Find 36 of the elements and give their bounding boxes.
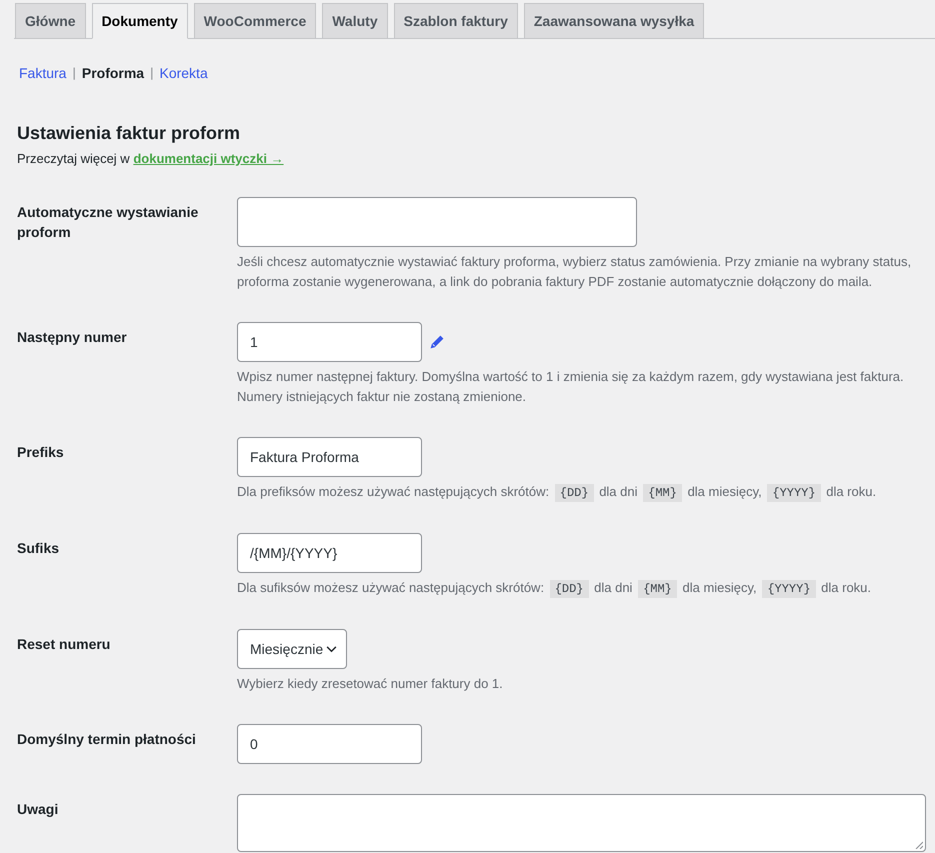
tab[interactable]: Szablon faktury (394, 3, 518, 39)
tab[interactable]: WooCommerce (194, 3, 316, 39)
reset-select[interactable]: Miesięcznie (237, 629, 347, 669)
input-field[interactable]: 1 (237, 322, 422, 362)
field-label: Następny numer (17, 328, 128, 347)
pencil-icon[interactable] (430, 335, 444, 349)
tab[interactable]: Zaawansowana wysyłka (524, 3, 704, 39)
field-label: Uwagi (17, 800, 60, 819)
tab[interactable]: Waluty (322, 3, 388, 39)
field-description: Dla sufiksów możesz używać następujących skrótów: {DD} dla dni {MM} dla miesięcy, {YYYY} dla roku. (237, 579, 872, 599)
separator: | (150, 64, 154, 82)
field-label: Domyślny termin płatności (17, 730, 197, 749)
notes-textarea[interactable] (237, 794, 926, 852)
resize-grip-icon[interactable] (915, 841, 923, 849)
field-label: Reset numeru (17, 635, 112, 654)
field-description: Wybierz kiedy zresetować numer faktury do 1. (237, 675, 504, 693)
field-label: Automatyczne wystawianie proform (17, 203, 200, 242)
field-label: Sufiks (17, 539, 60, 558)
input-field[interactable]: /{MM}/{YYYY} (237, 533, 422, 573)
tab[interactable]: Główne (15, 3, 86, 39)
subnav-link[interactable]: Faktura (19, 63, 66, 83)
tab[interactable]: Dokumenty (92, 3, 188, 39)
section-title: Ustawienia faktur proform (17, 122, 242, 145)
field-description: Dla prefiksów możesz używać następujących skrótów: {DD} dla dni {MM} dla miesięcy, {YYYY} dla roku. (237, 483, 878, 503)
subnav-link[interactable]: Korekta (159, 63, 208, 83)
input-field[interactable]: 0 (237, 724, 422, 764)
documentation-link[interactable]: dokumentacji wtyczki → (133, 151, 284, 166)
field-label: Prefiks (17, 443, 65, 462)
input-field[interactable]: Faktura Proforma (237, 437, 422, 477)
subnav-link[interactable]: Proforma (82, 63, 144, 83)
separator: | (72, 64, 76, 82)
field-description: Jeśli chcesz automatycznie wystawiać faktury proforma, wybierz status zamówienia. Przy zmianie na wybrany status, proforma zostanie wygenerowana, a link do pobrania faktury PDF zostanie automatycznie dołączony do maila. (237, 253, 912, 291)
status-select-field[interactable] (237, 197, 637, 247)
intro-text: Przeczytaj więcej w dokumentacji wtyczki → (17, 150, 285, 168)
field-description: Wpisz numer następnej faktury. Domyślna wartość to 1 i zmienia się za każdym razem, gdy wystawiana jest faktura. Numery istniejących faktur nie zostaną zmienione. (237, 368, 905, 406)
chevron-down-icon (326, 646, 337, 652)
